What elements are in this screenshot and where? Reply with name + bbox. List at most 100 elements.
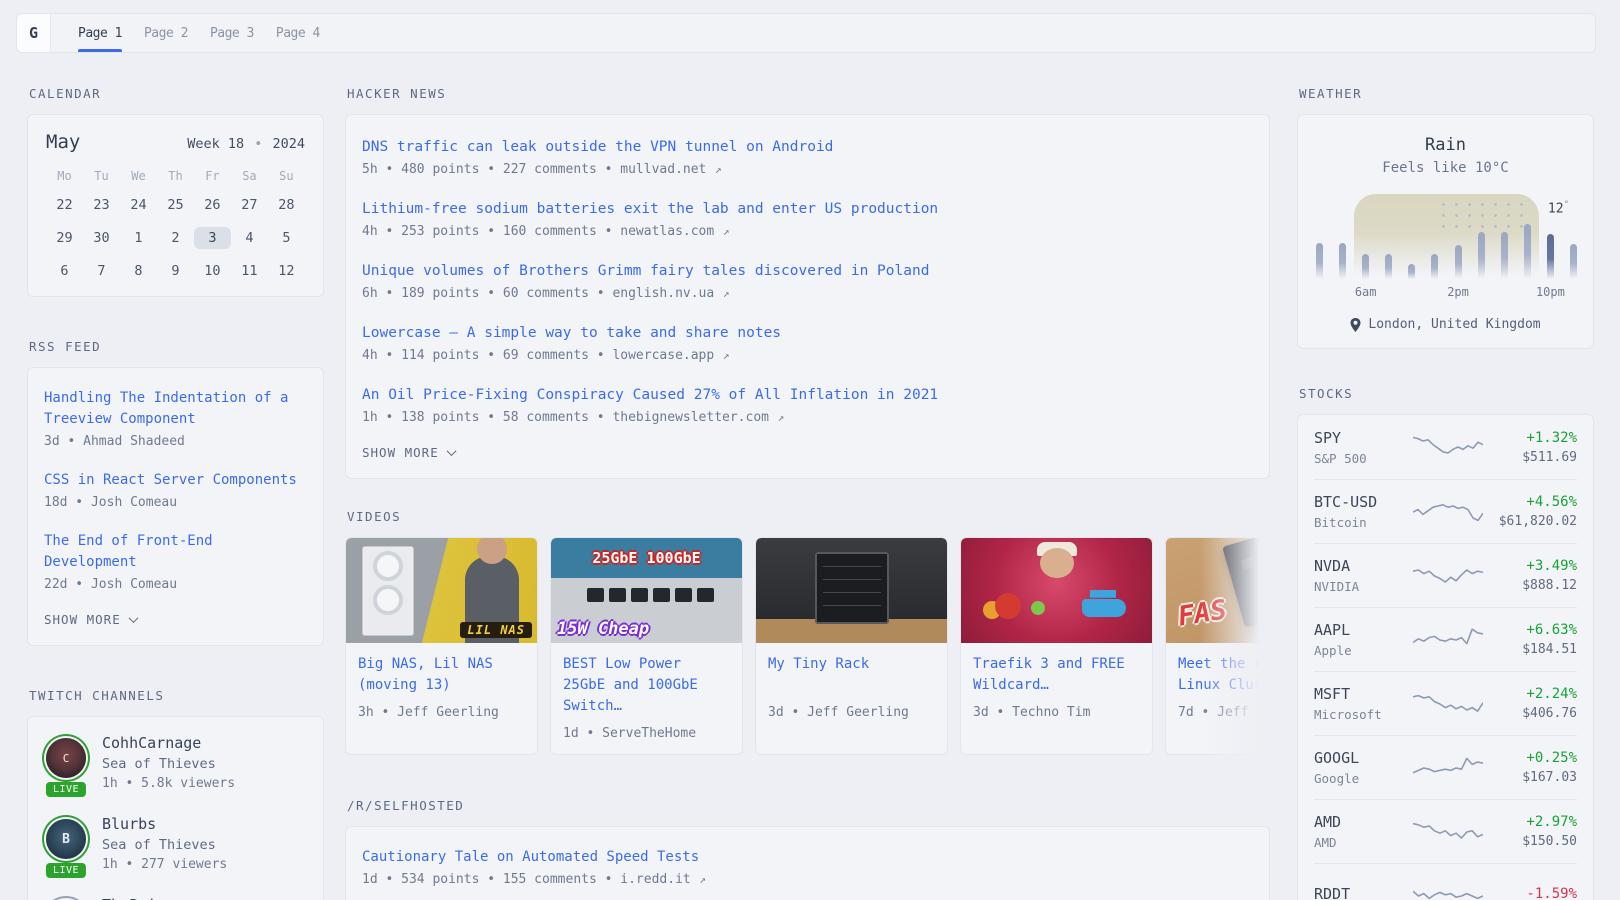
hacker-news-item-link[interactable]: Unique volumes of Brothers Grimm fairy t… (362, 260, 1253, 282)
hacker-news-item-link[interactable]: Lowercase – A simple way to take and sha… (362, 322, 1253, 344)
chevron-down-icon (128, 613, 138, 623)
thumbnail-art (653, 588, 670, 602)
video-thumbnail[interactable]: 25GbE 100GbE 15W Cheap (551, 538, 742, 643)
stock-values: +6.63%$184.51 (1485, 622, 1577, 657)
stock-change: +4.56% (1485, 494, 1577, 510)
avatar[interactable]: B (46, 819, 86, 859)
rss-show-more-button[interactable]: SHOW MORE (44, 612, 307, 627)
calendar-year: 2024 (272, 136, 305, 152)
stock-change: -1.59% (1485, 886, 1577, 900)
video-title-link[interactable]: BEST Low Power 25GbE and 100GbE Switch… (563, 654, 730, 717)
twitch-section-title: TWITCH CHANNELS (29, 688, 324, 703)
thumbnail-text: 25GbE 100GbE (551, 538, 742, 578)
stock-price: $406.76 (1485, 706, 1577, 721)
stock-row-spy[interactable]: SPYS&P 500+1.32%$511.69 (1314, 415, 1577, 479)
calendar-widget: May Week 18 • 2024 MoTuWeThFrSaSu 222324… (27, 114, 324, 297)
calendar-day: 4 (231, 227, 268, 249)
nav-tab-page-3[interactable]: Page 3 (199, 14, 265, 52)
stock-row-msft[interactable]: MSFTMicrosoft+2.24%$406.76 (1314, 671, 1577, 735)
stock-row-rddt[interactable]: RDDT-1.59% (1314, 863, 1577, 900)
stock-row-amd[interactable]: AMDAMD+2.97%$150.50 (1314, 799, 1577, 863)
nav-tab-page-4[interactable]: Page 4 (265, 14, 331, 52)
stock-symbol: NVDA (1314, 557, 1410, 575)
list-item: CSS in React Server Components18d • Josh… (44, 470, 307, 510)
video-thumbnail[interactable]: FAS (1166, 538, 1270, 643)
video-card: FASMeet the r Linux Clus7d • Jeff Geerli… (1165, 537, 1270, 755)
stock-change: +2.97% (1485, 814, 1577, 830)
video-meta: 3d • Techno Tim (973, 705, 1140, 720)
rss-item-link[interactable]: The End of Front-End Development (44, 531, 307, 573)
video-card: LIL NASBig NAS, Lil NAS (moving 13)3h • … (345, 537, 538, 755)
rss-item-link[interactable]: CSS in React Server Components (44, 470, 307, 491)
avatar[interactable]: C (46, 738, 86, 778)
selfhosted-section-title: /R/SELFHOSTED (347, 798, 1270, 813)
calendar-day-header: Th (157, 169, 194, 183)
stock-name: Google (1314, 771, 1410, 786)
stock-symbol: SPY (1314, 429, 1410, 447)
videos-section-title: VIDEOS (347, 509, 1270, 524)
video-thumbnail[interactable] (756, 538, 947, 643)
hacker-news-item-link[interactable]: An Oil Price-Fixing Conspiracy Caused 27… (362, 384, 1253, 406)
twitch-channel-row: ThePrimeagen (42, 896, 309, 900)
stock-row-googl[interactable]: GOOGL Google +0.25%$167.03 (1314, 735, 1577, 799)
app-logo[interactable]: G (17, 14, 51, 52)
stock-row-aapl[interactable]: AAPLApple+6.63%$184.51 (1314, 607, 1577, 671)
calendar-day-header: Su (268, 169, 305, 183)
calendar-day: 26 (194, 194, 231, 216)
twitch-channel-link[interactable]: ThePrimeagen (102, 896, 210, 900)
stock-price: $61,820.02 (1485, 514, 1577, 529)
thumbnail-text: 15W Cheap (557, 619, 649, 639)
stock-name: AMD (1314, 835, 1410, 850)
weather-bar (1339, 243, 1346, 279)
video-title-link[interactable]: Big NAS, Lil NAS (moving 13) (358, 654, 525, 696)
videos-section: VIDEOS LIL NAS Big NAS, Lil NAS (moving 1… (345, 509, 1270, 755)
rss-section-title: RSS FEED (29, 339, 324, 354)
external-link-icon: ↗ (771, 411, 784, 424)
twitch-channel-link[interactable]: Blurbs (102, 815, 227, 833)
weather-bar (1316, 243, 1323, 279)
twitch-game-label: Sea of Thieves (102, 756, 235, 772)
video-thumbnail[interactable] (961, 538, 1152, 643)
nav-tab-page-2[interactable]: Page 2 (133, 14, 199, 52)
calendar-day: 10 (194, 260, 231, 282)
weather-time-label: 10pm (1536, 285, 1565, 299)
rss-item-link[interactable]: Handling The Indentation of a Treeview C… (44, 388, 307, 430)
stock-sparkline (1410, 498, 1485, 526)
video-title-link[interactable]: Meet the r Linux Clus (1178, 654, 1270, 696)
calendar-day: 22 (46, 194, 83, 216)
stock-row-btc-usd[interactable]: BTC-USDBitcoin+4.56%$61,820.02 (1314, 479, 1577, 543)
stock-symbol: AAPL (1314, 621, 1410, 639)
weather-bar (1408, 264, 1415, 279)
thumbnail-art (587, 588, 714, 602)
selfhosted-item-link[interactable]: Cautionary Tale on Automated Speed Tests (362, 847, 1253, 868)
video-title-link[interactable]: My Tiny Rack (768, 654, 935, 696)
calendar-day-header: Tu (83, 169, 120, 183)
twitch-widget: CLIVECohhCarnageSea of Thieves1h • 5.8k … (27, 716, 324, 900)
twitch-viewers-label: 1h • 5.8k viewers (102, 776, 235, 791)
hacker-news-item-link[interactable]: Lithium-free sodium batteries exit the l… (362, 198, 1253, 220)
weather-current-temp: 12° (1548, 200, 1569, 216)
calendar-day: 5 (268, 227, 305, 249)
stock-price: $888.12 (1485, 578, 1577, 593)
video-thumbnail[interactable]: LIL NAS (346, 538, 537, 643)
item-meta: 22d • Josh Comeau (44, 577, 307, 592)
stock-info: MSFTMicrosoft (1314, 685, 1410, 722)
calendar-day: 29 (46, 227, 83, 249)
hacker-news-show-more-button[interactable]: SHOW MORE (362, 445, 1253, 460)
video-title-link[interactable]: Traefik 3 and FREE Wildcard… (973, 654, 1140, 696)
stock-change: +6.63% (1485, 622, 1577, 638)
hacker-news-item-link[interactable]: DNS traffic can leak outside the VPN tun… (362, 136, 1253, 158)
separator-dot: • (244, 136, 272, 152)
item-meta: 1d • 534 points • 155 comments • i.redd.… (362, 872, 1253, 887)
nav-tab-page-1[interactable]: Page 1 (67, 14, 133, 52)
weather-bar (1431, 254, 1438, 279)
stock-values: +0.25%$167.03 (1485, 750, 1577, 785)
stock-symbol: GOOGL (1314, 749, 1410, 767)
twitch-channel-row: CLIVECohhCarnageSea of Thieves1h • 5.8k … (42, 734, 309, 791)
weather-widget: Rain Feels like 10°C 12° 6am2pm10pm Lond… (1297, 114, 1594, 349)
weather-location-label: London, United Kingdom (1368, 317, 1540, 332)
list-item: Handling The Indentation of a Treeview C… (44, 388, 307, 449)
item-meta: 6h • 189 points • 60 comments • english.… (362, 286, 1253, 301)
twitch-channel-link[interactable]: CohhCarnage (102, 734, 235, 752)
stock-row-nvda[interactable]: NVDANVIDIA+3.49%$888.12 (1314, 543, 1577, 607)
